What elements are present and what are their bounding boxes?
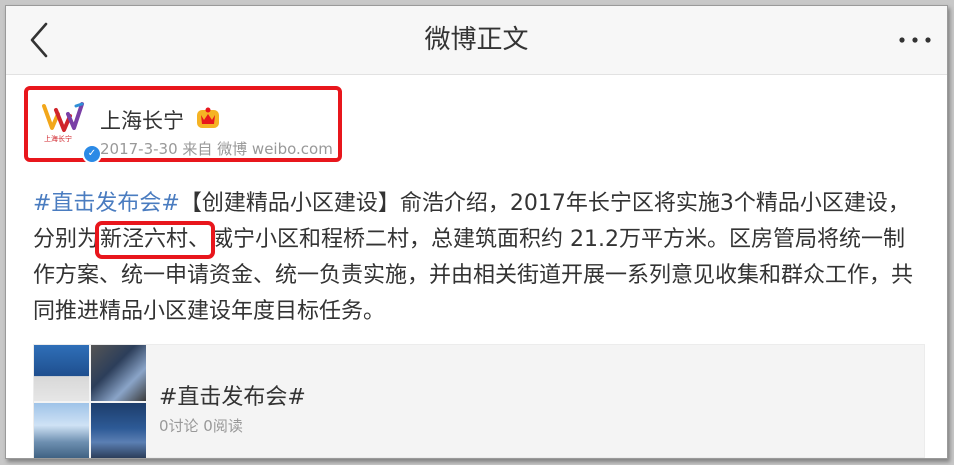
topic-card-thumbnail bbox=[34, 345, 146, 458]
topic-card-title: #直击发布会# bbox=[159, 385, 306, 410]
author-info-highlight-box: 上海长宁 ✓ 上海长宁 2017-3-30 来自 微博 weibo.com bbox=[24, 86, 342, 164]
avatar-logo-text: 上海长宁 bbox=[44, 135, 72, 143]
post-body: #直击发布会#【创建精品小区建设】俞浩介绍，2017年长宁区将实施3个精品小区建… bbox=[33, 186, 923, 330]
topic-link[interactable]: #直击发布会# bbox=[33, 191, 180, 216]
highlighted-text-box: 新泾六村、 bbox=[95, 221, 216, 259]
post-time-source: 2017-3-30 来自 微博 weibo.com bbox=[100, 140, 333, 158]
page-title: 微博正文 bbox=[424, 25, 529, 55]
thumbnail-speaker-image bbox=[34, 345, 89, 401]
top-navigation-bar: 微博正文 bbox=[6, 6, 947, 75]
thumbnail-city-image bbox=[34, 403, 89, 458]
thumbnail-collage-image bbox=[91, 345, 146, 401]
topic-card-stats: 0讨论 0阅读 bbox=[159, 417, 243, 435]
author-name[interactable]: 上海长宁 bbox=[100, 105, 184, 135]
more-horizontal-icon bbox=[899, 37, 931, 43]
back-button[interactable] bbox=[22, 20, 56, 60]
verified-badge-icon: ✓ bbox=[82, 144, 102, 164]
chevron-left-icon bbox=[30, 22, 48, 58]
avatar[interactable]: 上海长宁 ✓ bbox=[38, 100, 102, 164]
topic-card[interactable]: #直击发布会# 0讨论 0阅读 bbox=[33, 344, 925, 458]
more-options-button[interactable] bbox=[893, 24, 937, 56]
weibo-detail-window: 微博正文 上海长宁 ✓ 上海长宁 2017-3-30 来自 微博 weibo.c… bbox=[5, 5, 948, 459]
changning-logo-icon bbox=[42, 102, 84, 132]
thumbnail-conference-image bbox=[91, 403, 146, 458]
vip-crown-icon bbox=[197, 107, 219, 128]
